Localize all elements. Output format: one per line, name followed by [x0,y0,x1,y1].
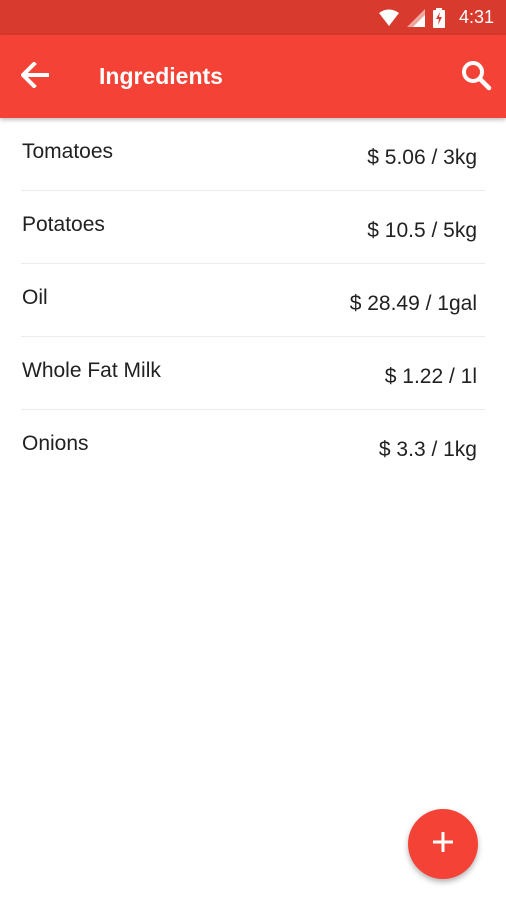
add-ingredient-button[interactable] [408,809,478,879]
status-time: 4:31 [458,7,494,27]
wifi-icon [378,9,399,27]
ingredient-price: $ 10.5 / 5kg [367,219,477,242]
ingredient-price: $ 28.49 / 1gal [349,292,477,315]
battery-charging-icon [432,7,445,28]
search-button[interactable] [458,59,494,95]
list-item[interactable]: Oil $ 28.49 / 1gal [21,264,485,337]
arrow-left-icon [20,60,49,93]
page-title: Ingredients [99,63,223,89]
plus-icon [432,831,454,858]
ingredient-price: $ 1.22 / 1l [384,365,477,388]
back-button[interactable] [18,60,52,93]
app-bar: Ingredients [0,35,506,118]
status-bar: 4:31 [0,0,506,35]
ingredient-name: Whole Fat Milk [22,359,161,382]
ingredient-name: Onions [22,432,89,455]
ingredient-name: Tomatoes [22,140,114,163]
signal-icon [406,8,425,27]
list-item[interactable]: Tomatoes $ 5.06 / 3kg [21,118,485,191]
ingredient-price: $ 3.3 / 1kg [378,438,477,461]
list-item[interactable]: Whole Fat Milk $ 1.22 / 1l [21,337,485,410]
list-item[interactable]: Potatoes $ 10.5 / 5kg [21,191,485,264]
ingredient-list: Tomatoes $ 5.06 / 3kg Potatoes $ 10.5 / … [0,118,506,483]
list-item[interactable]: Onions $ 3.3 / 1kg [21,410,485,483]
search-icon [460,59,492,96]
ingredient-price: $ 5.06 / 3kg [367,146,477,169]
ingredient-name: Potatoes [22,213,105,236]
ingredient-name: Oil [22,286,48,309]
